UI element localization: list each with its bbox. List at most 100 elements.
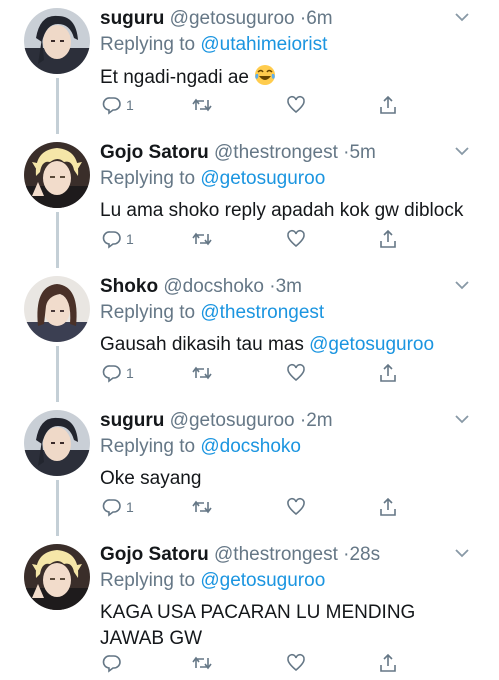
heart-icon (287, 653, 305, 672)
like-button[interactable] (286, 226, 306, 252)
timestamp[interactable]: 28s (349, 544, 380, 565)
replying-to: Replying to @getosuguroo (100, 166, 479, 192)
tweet-text-line: JAWAB GW (100, 628, 203, 649)
reply-mention-link[interactable]: @docshoko (200, 436, 301, 457)
username[interactable]: @getosuguroo (170, 410, 295, 431)
tweet[interactable]: Shoko @docshoko ·3m Replying to @thestro… (0, 268, 499, 402)
reply-count: 1 (126, 365, 134, 381)
reply-icon (102, 365, 121, 383)
username[interactable]: @thestrongest (214, 142, 338, 163)
tweet-text: Et ngadi-ngadi ae (100, 64, 479, 91)
display-name[interactable]: suguru (100, 410, 164, 431)
share-button[interactable] (378, 650, 398, 676)
tweet-text: Gausah dikasih tau mas @getosuguroo (100, 332, 479, 358)
avatar[interactable] (24, 276, 90, 342)
display-name[interactable]: Gojo Satoru (100, 544, 209, 565)
tweet[interactable]: suguru @getosuguroo ·6m Replying to @uta… (0, 0, 499, 134)
replying-to-label: Replying to (100, 34, 196, 55)
avatar[interactable] (24, 410, 90, 476)
like-button[interactable] (286, 494, 306, 520)
face-with-tears-of-joy-icon (255, 65, 276, 85)
reply-button[interactable]: 1 (102, 494, 134, 520)
like-button[interactable] (286, 360, 306, 386)
reply-button[interactable]: 1 (102, 226, 134, 252)
display-name[interactable]: Gojo Satoru (100, 142, 209, 163)
reply-mention-link[interactable]: @thestrongest (200, 302, 324, 323)
tweet-actions: 1 (102, 226, 412, 252)
share-icon (380, 497, 396, 516)
tweet-text-body: Gausah dikasih tau mas (100, 334, 304, 355)
username[interactable]: @docshoko (163, 276, 264, 297)
display-name[interactable]: suguru (100, 8, 164, 29)
timestamp[interactable]: 5m (349, 142, 375, 163)
text-mention-link[interactable]: @getosuguroo (309, 334, 434, 355)
reply-mention-link[interactable]: @getosuguroo (200, 570, 325, 591)
username[interactable]: @thestrongest (214, 544, 338, 565)
retweet-icon (192, 98, 212, 112)
tweet-text: Lu ama shoko reply apadah kok gw diblock (100, 198, 479, 224)
display-name[interactable]: Shoko (100, 276, 158, 297)
chevron-down-icon[interactable] (453, 142, 471, 160)
chevron-down-icon[interactable] (453, 410, 471, 428)
share-button[interactable] (378, 92, 398, 118)
reply-button[interactable]: 1 (102, 92, 134, 118)
like-button[interactable] (286, 650, 306, 676)
retweet-button[interactable] (192, 92, 212, 118)
reply-button[interactable] (102, 650, 126, 676)
reply-icon (102, 655, 121, 673)
retweet-button[interactable] (192, 650, 212, 676)
share-icon (380, 229, 396, 248)
timestamp[interactable]: 3m (276, 276, 302, 297)
tweet[interactable]: suguru @getosuguroo ·2m Replying to @doc… (0, 402, 499, 536)
chevron-down-icon[interactable] (453, 276, 471, 294)
retweet-button[interactable] (192, 360, 212, 386)
reply-button[interactable]: 1 (102, 360, 134, 386)
retweet-icon (192, 232, 212, 246)
heart-icon (287, 229, 305, 248)
tweet-text: KAGA USA PACARAN LU MENDING JAWAB GW (100, 600, 479, 652)
reply-mention-link[interactable]: @utahimeiorist (200, 34, 327, 55)
avatar[interactable] (24, 544, 90, 610)
retweet-icon (192, 500, 212, 514)
replying-to-label: Replying to (100, 168, 196, 189)
replying-to-label: Replying to (100, 436, 196, 457)
tweet-header: Shoko @docshoko ·3m (100, 274, 479, 300)
tweet-actions: 1 (102, 360, 412, 386)
share-button[interactable] (378, 226, 398, 252)
tweet-actions: 1 (102, 92, 412, 118)
tweet-text-body: Et ngadi-ngadi ae (100, 67, 249, 88)
chevron-down-icon[interactable] (453, 544, 471, 562)
replying-to: Replying to @getosuguroo (100, 568, 479, 594)
share-button[interactable] (378, 494, 398, 520)
reply-mention-link[interactable]: @getosuguroo (200, 168, 325, 189)
avatar[interactable] (24, 8, 90, 74)
replying-to: Replying to @docshoko (100, 434, 479, 460)
reply-icon (102, 499, 121, 517)
replying-to-label: Replying to (100, 570, 196, 591)
retweet-icon (192, 656, 212, 670)
replying-to-label: Replying to (100, 302, 196, 323)
like-button[interactable] (286, 92, 306, 118)
replying-to: Replying to @thestrongest (100, 300, 479, 326)
tweet-header: suguru @getosuguroo ·2m (100, 408, 479, 434)
tweet-text-body: Lu ama shoko reply apadah kok gw diblock (100, 200, 464, 221)
chevron-down-icon[interactable] (453, 8, 471, 26)
tweet-text: Oke sayang (100, 466, 479, 492)
share-button[interactable] (378, 360, 398, 386)
retweet-button[interactable] (192, 494, 212, 520)
tweet[interactable]: Gojo Satoru @thestrongest ·5m Replying t… (0, 134, 499, 268)
avatar[interactable] (24, 142, 90, 208)
reply-icon (102, 97, 121, 115)
timestamp[interactable]: 2m (306, 410, 332, 431)
username[interactable]: @getosuguroo (170, 8, 295, 29)
reply-count: 1 (126, 499, 134, 515)
reply-icon (102, 231, 121, 249)
retweet-button[interactable] (192, 226, 212, 252)
retweet-icon (192, 366, 212, 380)
timestamp[interactable]: 6m (306, 8, 332, 29)
tweet-text-line: KAGA USA PACARAN LU MENDING (100, 602, 416, 623)
replying-to: Replying to @utahimeiorist (100, 32, 479, 58)
tweet[interactable]: Gojo Satoru @thestrongest ·28s Replying … (0, 536, 499, 680)
reply-count: 1 (126, 97, 134, 113)
tweet-actions (102, 650, 412, 676)
